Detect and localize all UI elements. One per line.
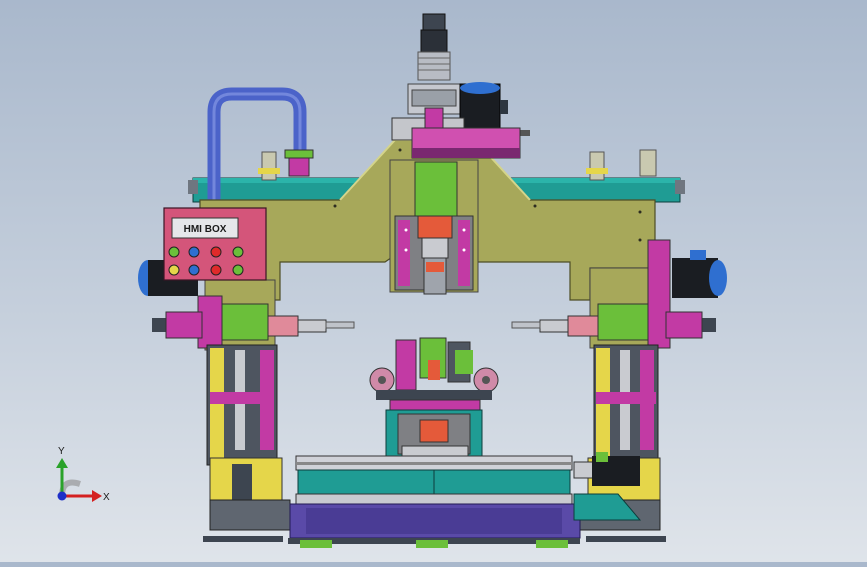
pipe-coupling [284,149,314,177]
coordinate-triad: Y X [56,446,110,503]
hmi-box-label: HMI BOX [184,224,227,235]
right-side-motor [672,250,727,298]
beam-bracket-right [586,149,657,181]
center-spindle-head [389,159,479,295]
cad-viewport[interactable]: HMI BOX Y X [0,0,867,562]
top-spindle-motor [407,13,461,115]
base-drive-motor [573,452,642,521]
hmi-box[interactable]: HMI BOX [163,207,267,281]
workpiece-fixture [369,337,499,463]
triad-y-label: Y [58,446,65,457]
beam-bracket-left [258,151,280,181]
triad-x-label: X [103,492,110,503]
machine-base-table [288,455,581,548]
